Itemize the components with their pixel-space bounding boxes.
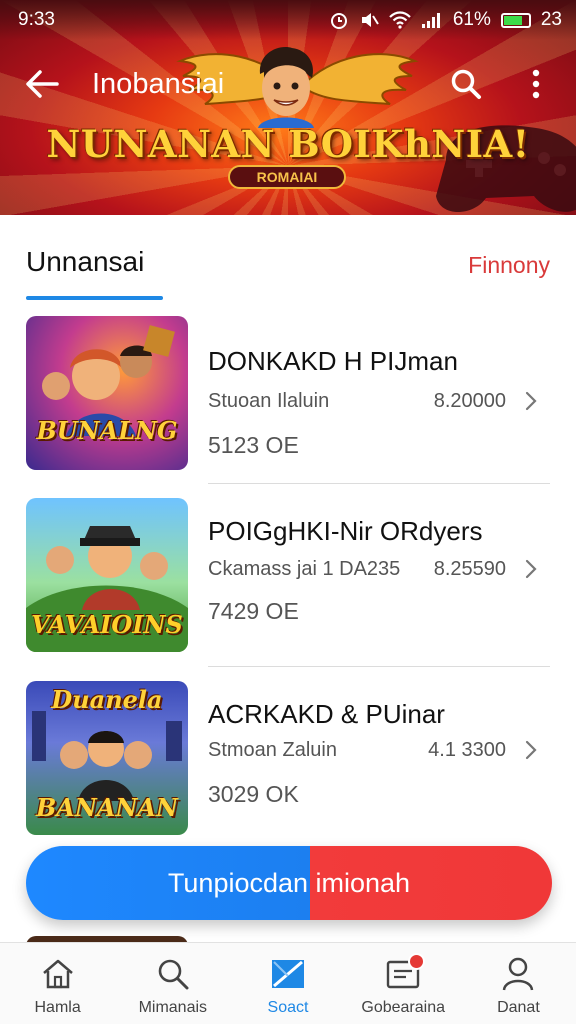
app-bar: Inobansiai [0,56,576,112]
app-bar-actions [448,66,554,102]
nav-item-profile[interactable]: Danat [461,943,576,1024]
item-price: 8.20000 [433,390,506,412]
home-icon [39,955,77,993]
nav-item-search[interactable]: Mimanais [115,943,230,1024]
section-link[interactable]: Finnony [468,252,550,279]
mute-icon [361,13,379,27]
nav-item-home[interactable]: Hamla [0,943,115,1024]
nav-label: Hamla [34,999,81,1016]
notification-badge [407,953,425,970]
bottom-navigation: Hamla Mimanais Soact Gobearaina Danat [0,942,576,1024]
status-time: 9:33 [18,9,55,30]
nav-label: Gobearaina [361,999,446,1016]
wifi-icon [389,11,411,29]
item-name: ACRKAKD & PUinar [208,699,445,729]
thumbnail-title-bottom: BANANAN [36,793,178,822]
send-icon [269,955,307,993]
item-name: DONKAKD H PIJman [208,346,458,376]
more-vertical-icon [532,69,540,99]
signal-icon [421,13,440,28]
status-icons: 61% 23 [329,9,562,31]
primary-action-button[interactable]: Tunpiocdan imionah [26,846,552,920]
arrow-left-icon [26,70,59,98]
more-options-button[interactable] [518,66,554,102]
list-divider [208,666,550,667]
battery-percent: 61% [452,9,491,30]
status-bar: 9:33 61% 23 [0,0,576,40]
game-thumbnail: BUNALNG [26,316,188,470]
search-button[interactable] [448,66,484,102]
item-subtitle: Stuoan Ilaluin [208,390,330,412]
game-art-icon [42,325,175,436]
section-title-tab[interactable]: Unnansai [26,246,144,278]
nav-label: Mimanais [138,999,208,1016]
search-icon [154,955,192,993]
thumbnail-title: VAVAIOINS [31,610,183,639]
list-item[interactable]: VAVAIOINS POIGgHKI-Nir ORdyers Ckamass j… [0,498,576,668]
profile-icon [499,955,537,993]
item-subtitle: Stmoan Zaluin [208,739,337,761]
item-price: 4.1 3300 [428,739,506,761]
item-stat: 7429 OE [208,598,299,624]
nav-item-send[interactable]: Soact [230,943,345,1024]
thumbnail-title: BUNALNG [36,416,178,445]
battery-icon [500,12,531,28]
item-name: POIGgHKI-Nir ORdyers [208,516,483,546]
game-thumbnail: Duanela BANANAN [26,681,188,835]
back-button[interactable] [22,64,62,104]
list-item[interactable]: Duanela BANANAN ACRKAKD & PUinar Stmoan … [0,681,576,851]
header-banner: 9:33 61% 23 Inobansiai NUNANAN BOIKhNIA!… [0,0,576,215]
item-stat: 5123 OE [208,432,299,458]
app-title: Inobansiai [92,67,225,100]
chevron-right-icon [525,391,537,411]
thumbnail-title-top: Duanela [51,685,163,714]
active-tab-indicator [26,296,163,300]
section-header: Unnansai Finnony [0,240,576,300]
banner-title: NUNANAN BOIKhNIA! [46,122,530,166]
nav-item-inbox[interactable]: Gobearaina [346,943,461,1024]
chevron-right-icon [525,559,537,579]
chevron-right-icon [525,740,537,760]
item-subtitle: Ckamass jai 1 DA235 [208,558,401,580]
list-item[interactable]: BUNALNG DONKAKD H PIJman Stuoan Ilaluin … [0,316,576,486]
nav-label: Soact [267,999,309,1016]
banner-subtitle: ROMAIAI [228,165,346,189]
alarm-icon [330,13,347,29]
status-extra: 23 [540,9,562,30]
item-price: 8.25590 [433,558,506,580]
nav-label: Danat [497,999,540,1016]
search-icon [451,69,481,99]
list-divider [208,483,550,484]
item-stat: 3029 OK [208,781,299,807]
game-thumbnail: VAVAIOINS [26,498,188,652]
